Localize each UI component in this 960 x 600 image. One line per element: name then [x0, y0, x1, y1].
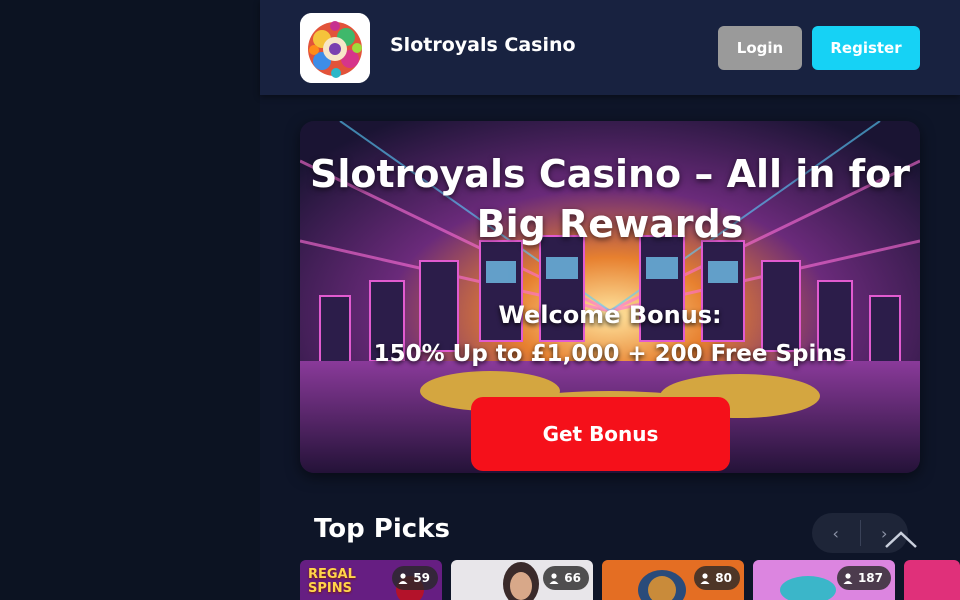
- user-icon: [843, 572, 853, 584]
- site-header: Slotroyals Casino Login Register: [260, 0, 960, 95]
- player-count: 59: [413, 571, 430, 585]
- game-card-pharaoh[interactable]: 80: [602, 560, 744, 600]
- carousel-prev-button[interactable]: ‹: [812, 513, 860, 553]
- sidebar: [0, 0, 260, 600]
- player-count-badge: 59: [392, 566, 438, 590]
- player-count-badge: 187: [836, 566, 891, 590]
- welcome-bonus-label: Welcome Bonus:: [498, 301, 722, 329]
- game-card-fish[interactable]: 187: [753, 560, 895, 600]
- register-button[interactable]: Register: [812, 26, 920, 70]
- hero-banner: Slotroyals Casino – All in for Big Rewar…: [300, 121, 920, 473]
- top-picks-title: Top Picks: [314, 514, 450, 544]
- hero-title: Slotroyals Casino – All in for Big Rewar…: [300, 149, 920, 249]
- brand-name[interactable]: Slotroyals Casino: [390, 34, 576, 56]
- hero-title-line1: Slotroyals Casino – All in for: [310, 152, 910, 196]
- game-card-regal-spins[interactable]: REGAL SPINS 59: [300, 560, 442, 600]
- casino-logo[interactable]: [300, 13, 370, 83]
- player-count-badge: 66: [543, 566, 589, 590]
- player-count: 66: [564, 571, 581, 585]
- hero-title-line2: Big Rewards: [476, 202, 744, 246]
- game-title: REGAL SPINS: [308, 568, 356, 596]
- game-card-partial[interactable]: [904, 560, 960, 600]
- top-picks-carousel: REGAL SPINS 59 66 80 187: [300, 560, 960, 600]
- welcome-bonus-offer: 150% Up to £1,000 + 200 Free Spins: [373, 341, 847, 367]
- game-thumbnail: [904, 560, 960, 600]
- login-button[interactable]: Login: [718, 26, 802, 70]
- game-title-line2: SPINS: [308, 581, 352, 596]
- user-icon: [700, 572, 710, 584]
- player-count: 187: [857, 571, 883, 585]
- scroll-to-top-icon[interactable]: [880, 521, 922, 557]
- user-icon: [549, 572, 559, 584]
- get-bonus-button[interactable]: Get Bonus: [471, 397, 730, 471]
- player-count: 80: [715, 571, 732, 585]
- player-count-badge: 80: [694, 566, 740, 590]
- game-title-line1: REGAL: [308, 567, 356, 582]
- game-card-live-dealer[interactable]: 66: [451, 560, 593, 600]
- user-icon: [398, 572, 408, 584]
